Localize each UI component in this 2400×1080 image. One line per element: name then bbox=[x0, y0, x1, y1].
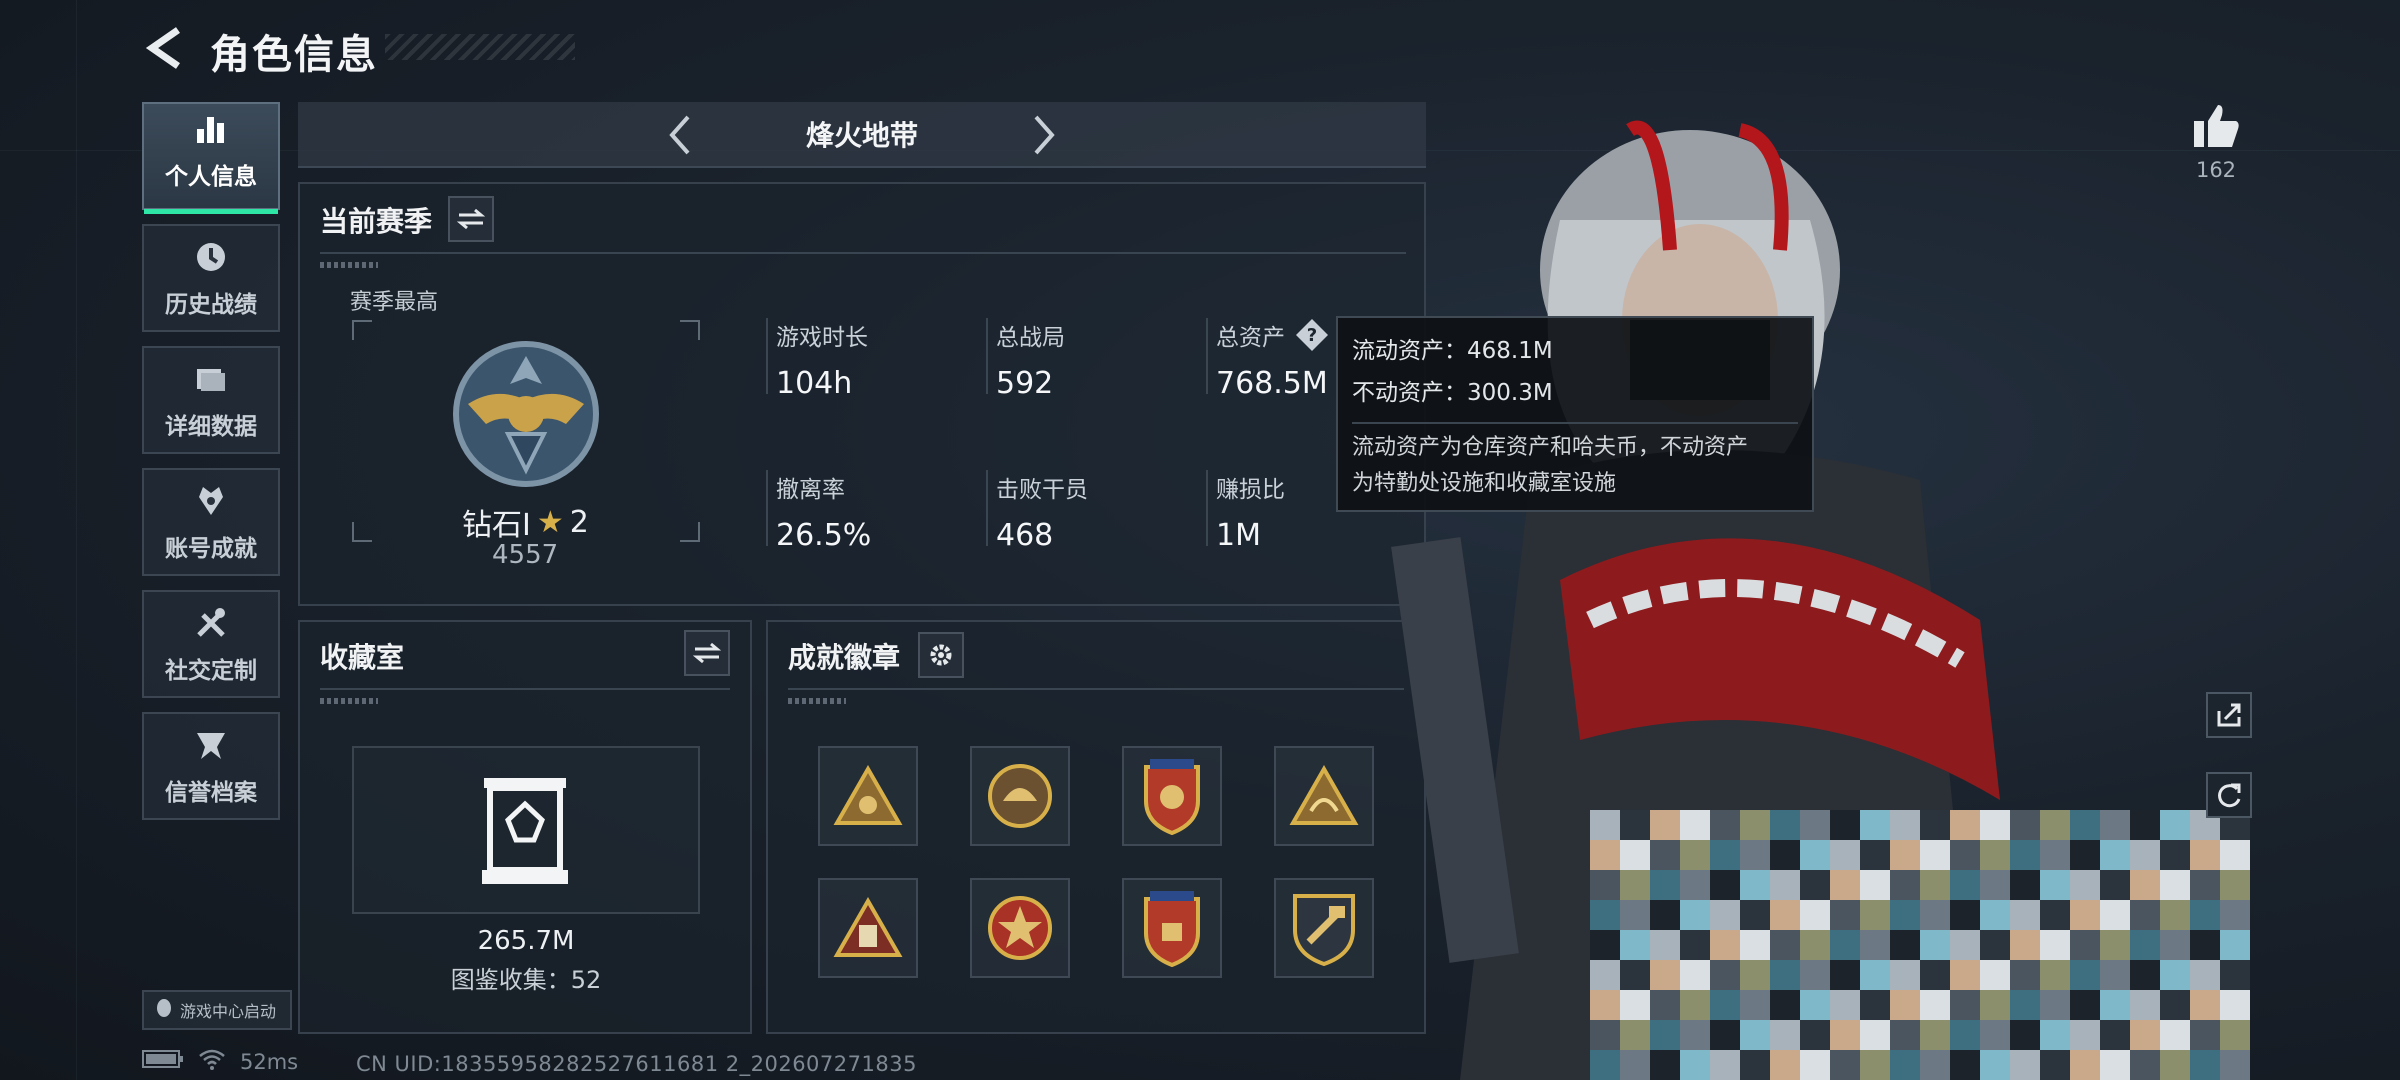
stat-total-assets: 总资产 ? 768.5M bbox=[1206, 318, 1329, 401]
chevron-left-icon bbox=[669, 115, 690, 155]
nav-label: 账号成就 bbox=[165, 536, 257, 562]
rank-stars: 2 bbox=[569, 504, 589, 540]
next-mode-button[interactable] bbox=[1018, 108, 1072, 162]
swap-icon bbox=[457, 208, 485, 230]
stat-profit-ratio: 赚损比 1M bbox=[1206, 470, 1285, 553]
help-icon[interactable]: ? bbox=[1295, 318, 1329, 352]
shield-hammer-icon[interactable] bbox=[1274, 878, 1374, 978]
stat-extract-rate: 撤离率 26.5% bbox=[766, 470, 871, 553]
tooltip-desc-line2: 为特勤处设施和收藏室设施 bbox=[1352, 471, 1617, 496]
back-button[interactable] bbox=[140, 24, 188, 72]
tooltip-fixed-assets: 不动资产：300.3M bbox=[1352, 380, 1553, 406]
divider bbox=[320, 252, 1406, 254]
credit-icon bbox=[191, 725, 231, 765]
rank-name-row: 钻石Ⅰ ★ 2 bbox=[462, 500, 589, 544]
rotate-icon bbox=[2218, 783, 2241, 808]
status-bar: 52ms bbox=[142, 1048, 298, 1075]
star-badge-icon[interactable] bbox=[970, 878, 1070, 978]
clock-icon bbox=[191, 237, 231, 277]
rotate-button[interactable] bbox=[2206, 772, 2252, 818]
tooltip-liquid-assets: 流动资产：468.1M bbox=[1352, 338, 1553, 364]
helmet-badge-icon[interactable] bbox=[970, 746, 1070, 846]
collection-value: 265.7M bbox=[477, 926, 575, 956]
nav-item-credit[interactable]: 信誉档案 bbox=[142, 712, 280, 820]
svg-text:?: ? bbox=[1307, 325, 1317, 346]
triangle-emblem-icon[interactable] bbox=[1274, 746, 1374, 846]
shield-badge-icon[interactable] bbox=[1122, 746, 1222, 846]
swap-icon bbox=[693, 642, 721, 664]
badges-settings-button[interactable] bbox=[918, 632, 964, 678]
badges-title: 成就徽章 bbox=[788, 641, 901, 674]
game-center-launch-button[interactable]: 游戏中心启动 bbox=[142, 990, 292, 1030]
nav-label: 详细数据 bbox=[165, 414, 257, 440]
launch-label: 游戏中心启动 bbox=[180, 1002, 277, 1021]
nav-item-personal-info[interactable]: 个人信息 bbox=[142, 102, 280, 210]
nav-label: 信誉档案 bbox=[165, 780, 257, 806]
mode-switcher: 烽火地带 bbox=[298, 102, 1426, 168]
shield-crest-icon[interactable] bbox=[1122, 878, 1222, 978]
rank-name: 钻石Ⅰ bbox=[462, 508, 531, 543]
stat-total-matches: 总战局 592 bbox=[986, 318, 1065, 401]
player-uid: CN UID:18355958282527611681 2_2026072718… bbox=[356, 1052, 917, 1076]
nav-item-history[interactable]: 历史战绩 bbox=[142, 224, 280, 332]
folder-icon bbox=[191, 359, 231, 399]
season-title: 当前赛季 bbox=[320, 205, 433, 238]
nav-item-achievements[interactable]: 账号成就 bbox=[142, 468, 280, 576]
share-icon bbox=[2217, 703, 2241, 727]
gear-icon bbox=[930, 644, 952, 666]
nav-label: 个人信息 bbox=[165, 163, 257, 190]
collection-count: 图鉴收集：52 bbox=[450, 966, 602, 994]
like-button[interactable] bbox=[2186, 96, 2246, 156]
assets-tooltip: 流动资产：468.1M 不动资产：300.3M 流动资产为仓库资产和哈夫币，不动… bbox=[1336, 316, 1814, 512]
share-button[interactable] bbox=[2206, 692, 2252, 738]
tools-icon bbox=[191, 603, 231, 643]
stripe-decoration bbox=[320, 698, 378, 704]
ping-value: 52ms bbox=[240, 1049, 299, 1074]
back-arrow-icon bbox=[145, 27, 180, 69]
nav-label: 历史战绩 bbox=[165, 292, 257, 318]
tooltip-desc-line1: 流动资产为仓库资产和哈夫币，不动资产 bbox=[1352, 435, 1749, 460]
tooltip-divider bbox=[1352, 422, 1798, 424]
nav-label: 社交定制 bbox=[165, 658, 257, 684]
triangle-card-icon[interactable] bbox=[818, 878, 918, 978]
collection-swap-button[interactable] bbox=[684, 630, 730, 676]
thumbs-up-icon bbox=[2194, 105, 2239, 147]
title-decoration bbox=[385, 34, 575, 60]
stripe-decoration bbox=[320, 262, 378, 268]
mode-title: 烽火地带 bbox=[805, 119, 918, 152]
chevron-right-icon bbox=[1034, 115, 1055, 155]
bar-chart-icon bbox=[191, 109, 231, 149]
collection-title: 收藏室 bbox=[320, 641, 405, 674]
page-title: 角色信息 bbox=[210, 32, 378, 78]
wifi-icon bbox=[198, 1048, 226, 1075]
stripe-decoration bbox=[788, 698, 846, 704]
pixelated-area bbox=[1590, 810, 2250, 1080]
stat-operators-defeated: 击败干员 468 bbox=[986, 470, 1088, 553]
grid-line bbox=[76, 0, 77, 1080]
nav-item-detail-data[interactable]: 详细数据 bbox=[142, 346, 280, 454]
penguin-icon bbox=[154, 997, 174, 1023]
season-swap-button[interactable] bbox=[448, 196, 494, 242]
rank-score: 4557 bbox=[492, 540, 559, 570]
battery-icon bbox=[142, 1049, 184, 1074]
diamond-rank-emblem-icon bbox=[446, 334, 606, 498]
divider bbox=[320, 688, 730, 690]
prev-mode-button[interactable] bbox=[652, 108, 706, 162]
display-case-icon bbox=[480, 776, 570, 890]
achievement-icon bbox=[191, 481, 231, 521]
divider bbox=[788, 688, 1404, 690]
like-count: 162 bbox=[2195, 158, 2237, 182]
stat-play-time: 游戏时长 104h bbox=[766, 318, 868, 401]
sidebar-nav: 个人信息 历史战绩 详细数据 账号成就 社交定制 信誉档案 bbox=[142, 102, 280, 834]
triangle-badge-icon[interactable] bbox=[818, 746, 918, 846]
nav-item-social-custom[interactable]: 社交定制 bbox=[142, 590, 280, 698]
star-icon: ★ bbox=[536, 504, 564, 540]
season-best-label: 赛季最高 bbox=[350, 290, 439, 315]
